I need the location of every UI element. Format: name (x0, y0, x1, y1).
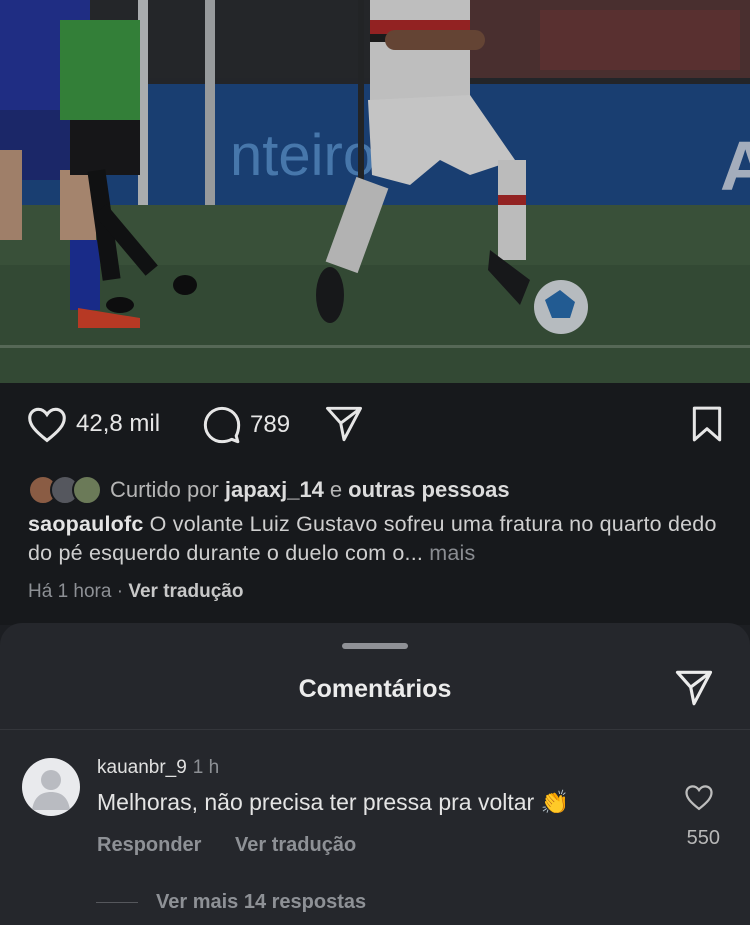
liked-by-others[interactable]: outras pessoas (348, 477, 509, 503)
like-action[interactable]: 42,8 mil (26, 405, 160, 443)
reply-button[interactable]: Responder (97, 834, 201, 856)
like-count[interactable]: 42,8 mil (76, 410, 160, 438)
heart-icon[interactable] (684, 783, 714, 811)
football-match-image: nteiro A (0, 0, 750, 383)
liker-avatars (28, 475, 102, 505)
comment-like-button[interactable] (682, 783, 716, 816)
comment-action[interactable]: 789 (202, 405, 290, 445)
post-meta: Há 1 hora · Ver tradução (28, 581, 243, 603)
paper-plane-icon[interactable] (324, 405, 364, 443)
post-time: Há 1 hora (28, 581, 112, 602)
caption-more-link[interactable]: mais (423, 541, 475, 565)
sheet-title: Comentários (298, 675, 452, 703)
avatar[interactable] (22, 758, 80, 816)
view-more-replies-label[interactable]: Ver mais 14 respostas (156, 891, 366, 914)
save-action[interactable] (690, 405, 724, 443)
post-details: 42,8 mil 789 Curtido por japaxj_14 e out… (0, 383, 750, 625)
paper-plane-icon[interactable] (674, 669, 714, 707)
comment-count[interactable]: 789 (250, 411, 290, 439)
comment-header: kauanbr_9 1 h (97, 757, 219, 779)
bookmark-icon[interactable] (690, 405, 724, 443)
share-comments-button[interactable] (674, 669, 714, 712)
comment-like-count: 550 (686, 827, 720, 849)
caption-username[interactable]: saopaulofc (28, 512, 144, 536)
meta-separator: · (111, 581, 129, 602)
liked-by-prefix: Curtido por (110, 477, 219, 502)
sheet-drag-handle[interactable] (342, 643, 408, 649)
liked-by-row[interactable]: Curtido por japaxj_14 e outras pessoas (28, 475, 516, 505)
liked-by-user[interactable]: japaxj_14 (225, 477, 324, 503)
post-actions-bar: 42,8 mil 789 (26, 405, 724, 449)
post-photo[interactable]: nteiro A (0, 0, 750, 383)
sheet-divider (0, 729, 750, 730)
post-caption: saopaulofc O volante Luiz Gustavo sofreu… (28, 510, 720, 568)
comment-translate-link[interactable]: Ver tradução (235, 834, 356, 856)
default-avatar-icon (32, 770, 70, 810)
share-action[interactable] (324, 405, 364, 443)
liked-by-and: e (329, 477, 343, 502)
heart-icon[interactable] (26, 405, 68, 443)
comment-actions: Responder Ver tradução (97, 834, 384, 857)
comment-username[interactable]: kauanbr_9 (97, 757, 187, 778)
comments-sheet: Comentários kauanbr_9 1 h Melhoras, não p… (0, 623, 750, 925)
replies-line (96, 902, 138, 903)
comment-text: Melhoras, não precisa ter pressa pra vol… (97, 789, 570, 815)
see-translation-link[interactable]: Ver tradução (128, 581, 243, 602)
comment-time: 1 h (192, 757, 220, 778)
avatar (72, 475, 102, 505)
view-more-replies-button[interactable]: Ver mais 14 respostas (96, 891, 366, 914)
comment-bubble-icon[interactable] (202, 405, 242, 445)
